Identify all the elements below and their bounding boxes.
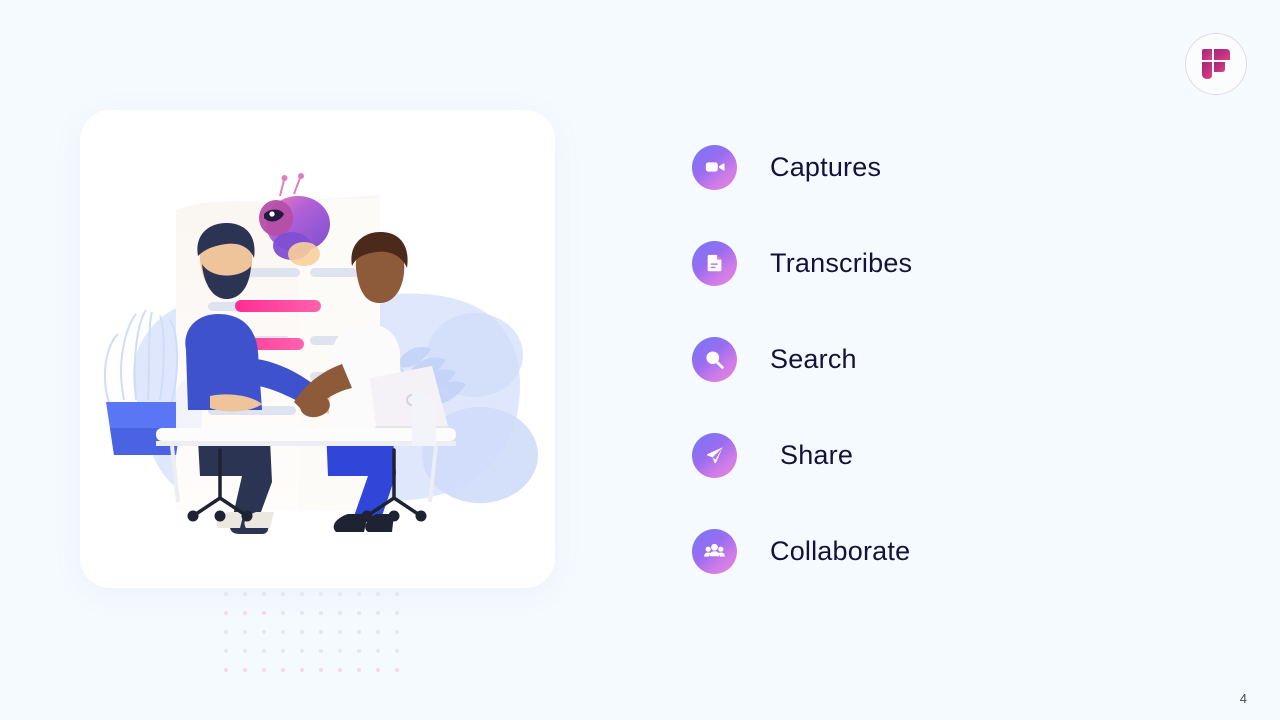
magnifier-icon <box>692 336 737 382</box>
grid-dot <box>280 648 286 654</box>
feature-item-collaborate[interactable]: Collaborate <box>692 525 1172 577</box>
page-number: 4 <box>1239 691 1247 706</box>
people-group-icon <box>692 528 737 574</box>
grid-dot <box>223 610 229 616</box>
grid-dot <box>261 667 267 673</box>
grid-dot <box>356 610 362 616</box>
grid-dot <box>318 591 324 597</box>
grid-dot <box>299 610 305 616</box>
feature-item-transcribes[interactable]: Transcribes <box>692 237 1172 289</box>
grid-dot <box>337 629 343 635</box>
grid-dot <box>394 629 400 635</box>
illustration-card <box>80 110 555 588</box>
feature-label: Search <box>770 343 857 374</box>
grid-dot <box>375 648 381 654</box>
grid-dot <box>242 591 248 597</box>
grid-dot <box>375 667 381 673</box>
grid-dot <box>299 591 305 597</box>
brand-logo <box>1185 33 1247 95</box>
feature-label: Transcribes <box>770 247 913 278</box>
grid-dot <box>261 591 267 597</box>
grid-dot <box>242 629 248 635</box>
grid-dot <box>242 648 248 654</box>
grid-dot <box>242 667 248 673</box>
grid-dot <box>223 629 229 635</box>
document-icon <box>692 240 737 286</box>
feature-list: Captures Transcribes Search Share Collab… <box>692 141 1172 577</box>
grid-dot <box>299 667 305 673</box>
grid-dot <box>375 629 381 635</box>
grid-dot <box>299 629 305 635</box>
grid-dot <box>261 629 267 635</box>
grid-dot <box>318 629 324 635</box>
feature-item-captures[interactable]: Captures <box>692 141 1172 193</box>
grid-dot <box>261 610 267 616</box>
grid-dot <box>261 648 267 654</box>
grid-dot <box>394 591 400 597</box>
grid-dot <box>337 648 343 654</box>
grid-dot <box>280 667 286 673</box>
decorative-dot-grid <box>222 590 419 675</box>
feature-item-share[interactable]: Share <box>692 429 1172 481</box>
brand-logo-f-icon <box>1202 49 1230 79</box>
grid-dot <box>337 667 343 673</box>
feature-label: Share <box>780 439 854 470</box>
meeting-transcription-illustration <box>103 173 538 534</box>
grid-dot <box>356 648 362 654</box>
grid-dot <box>394 610 400 616</box>
grid-dot <box>356 667 362 673</box>
grid-dot <box>318 648 324 654</box>
grid-dot <box>375 610 381 616</box>
grid-dot <box>280 610 286 616</box>
grid-dot <box>394 648 400 654</box>
grid-dot <box>242 610 248 616</box>
grid-dot <box>280 591 286 597</box>
grid-dot <box>223 648 229 654</box>
feature-item-search[interactable]: Search <box>692 333 1172 385</box>
grid-dot <box>337 610 343 616</box>
grid-dot <box>375 591 381 597</box>
grid-dot <box>223 591 229 597</box>
grid-dot <box>299 648 305 654</box>
feature-label: Captures <box>770 151 882 182</box>
grid-dot <box>280 629 286 635</box>
grid-dot <box>394 667 400 673</box>
grid-dot <box>337 591 343 597</box>
paper-plane-icon <box>692 432 737 478</box>
feature-label: Collaborate <box>770 535 911 566</box>
grid-dot <box>356 629 362 635</box>
grid-dot <box>318 667 324 673</box>
grid-dot <box>223 667 229 673</box>
grid-dot <box>356 591 362 597</box>
video-camera-icon <box>692 144 737 190</box>
grid-dot <box>318 610 324 616</box>
